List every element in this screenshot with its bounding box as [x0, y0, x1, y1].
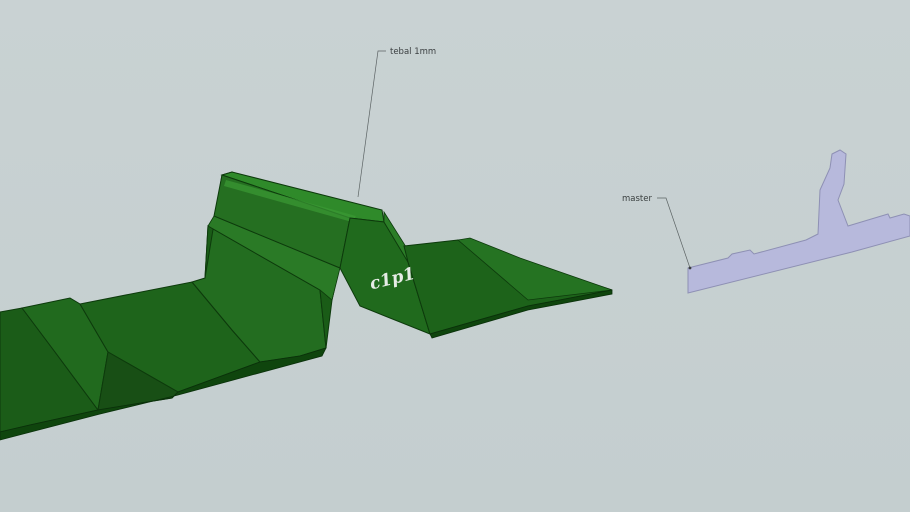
sketchup-viewport[interactable]: c1p1 tebal 1mm master — [0, 0, 910, 512]
master-cross-section[interactable] — [687, 149, 910, 294]
section-label: master — [622, 194, 652, 204]
section-annotation[interactable]: master — [622, 194, 692, 270]
thickness-leader-line — [357, 50, 386, 198]
model-canvas[interactable]: c1p1 tebal 1mm master — [0, 0, 910, 512]
thickness-label: tebal 1mm — [390, 47, 436, 57]
section-profile — [687, 149, 910, 294]
roof-panel-3d-model[interactable]: c1p1 — [0, 171, 613, 441]
section-leader-dot — [688, 266, 692, 270]
thickness-annotation[interactable]: tebal 1mm — [357, 47, 436, 198]
section-leader-line — [657, 197, 691, 269]
